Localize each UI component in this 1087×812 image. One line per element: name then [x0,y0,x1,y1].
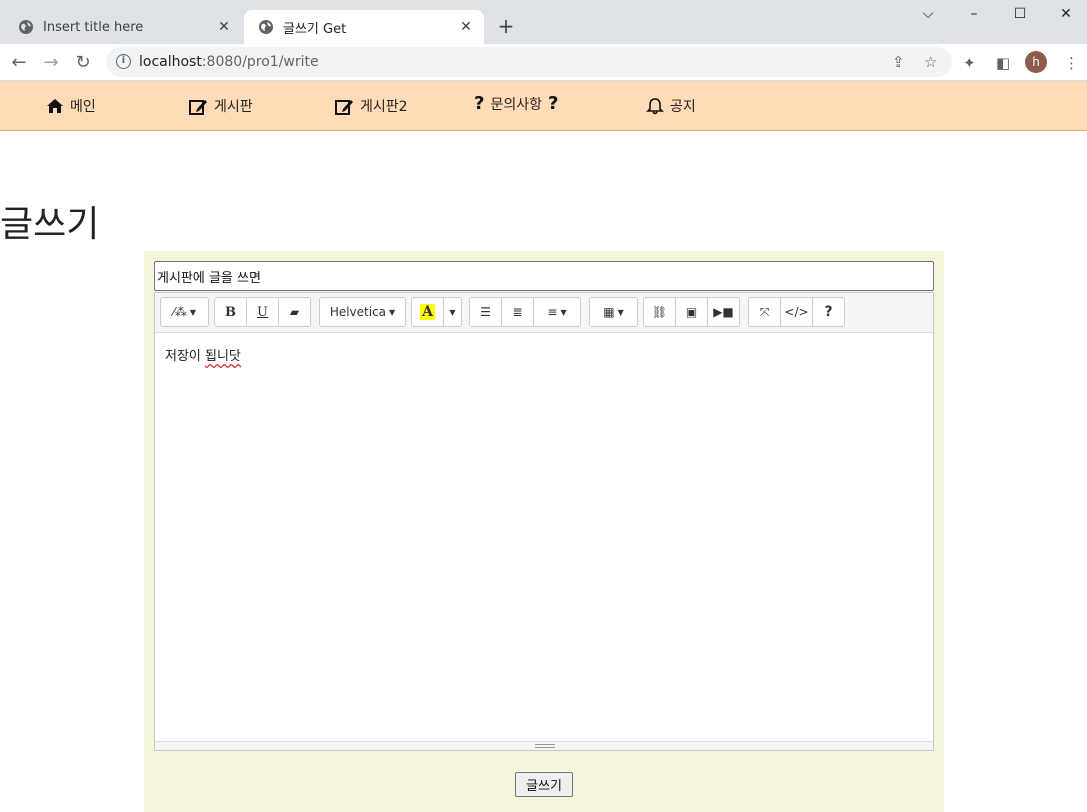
code-view-button[interactable]: </> [780,297,813,327]
nav-item-label: 게시판 [214,99,253,115]
submit-button[interactable]: 글쓰기 [515,772,573,797]
home-icon [47,99,63,113]
share-icon[interactable]: ⇪ [892,53,905,71]
color-dropdown-button[interactable]: ▼ [443,297,462,327]
nav-item-main[interactable]: 메인 [46,96,96,116]
maximize-icon[interactable]: ☐ [1010,6,1030,22]
editor-toolbar: ⁄⁂ ▼ B U ▰ Helvetica ▼ A ▼ ☰ ≣ ≡ ▼ ▦ ▼ ⛓… [155,293,933,333]
ordered-list-button[interactable]: ≣ [501,297,534,327]
underline-button[interactable]: U [246,297,279,327]
help-button[interactable]: ? [812,297,845,327]
back-icon[interactable]: ← [8,52,30,74]
reload-icon[interactable]: ↻ [72,52,94,74]
question-icon: ? [474,93,485,114]
browser-tabbar: Insert title here ✕ 글쓰기 Get ✕ + ⌵ – ☐ ✕ [0,0,1087,44]
close-tab-icon[interactable]: ✕ [216,19,232,35]
menu-icon[interactable]: ⋮ [1064,54,1079,72]
table-button[interactable]: ▦ ▼ [589,297,638,327]
fullscreen-button[interactable]: ⤧ [748,297,781,327]
page-title: 글쓰기 [0,204,100,245]
nav-item-label: 메인 [70,99,96,115]
site-info-icon[interactable]: i [116,54,131,69]
clear-format-button[interactable]: ▰ [278,297,311,327]
align-left-icon: ≡ [547,305,558,319]
style-magic-button[interactable]: ⁄⁂ ▼ [160,297,209,327]
rich-text-editor: ⁄⁂ ▼ B U ▰ Helvetica ▼ A ▼ ☰ ≣ ≡ ▼ ▦ ▼ ⛓… [154,292,934,751]
avatar[interactable]: h [1025,51,1047,73]
editor-content[interactable]: 저장이 됩니닷 [165,345,241,364]
unordered-list-button[interactable]: ☰ [469,297,502,327]
nav-item-label: 공지 [670,99,696,115]
bold-icon: B [225,304,236,320]
tab-search-icon[interactable]: ⌵ [918,6,938,22]
editor-resize-bar[interactable] [155,741,933,750]
edit-icon [335,99,353,115]
video-button[interactable]: ▶■ [707,297,740,327]
editor-text: 저장이 [165,349,206,364]
browser-tab-1[interactable]: Insert title here ✕ [4,10,242,44]
code-icon: </> [784,305,809,319]
close-tab-icon[interactable]: ✕ [458,19,474,35]
table-icon: ▦ [603,305,615,319]
site-nav: 메인 게시판 게시판2 ? 문의사항 ? 공지 [0,81,1087,131]
bullet-list-icon: ☰ [480,305,491,319]
paragraph-align-button[interactable]: ≡ ▼ [533,297,581,327]
fullscreen-icon: ⤧ [759,304,770,319]
nav-item-board[interactable]: 게시판 [189,96,253,116]
nav-item-notice[interactable]: 공지 [646,96,696,116]
nav-item-inquiry[interactable]: ? 문의사항 ? [468,93,564,114]
question-icon: ? [547,93,559,114]
edit-icon [189,99,207,115]
video-icon: ▶■ [713,305,734,319]
misspelled-word: 됩니닷 [205,349,241,364]
forward-icon[interactable]: → [40,52,62,74]
bell-icon [646,98,664,115]
extensions-icon[interactable]: ✦ [963,54,976,72]
text-color-button[interactable]: A [411,297,444,327]
minimize-icon[interactable]: – [964,6,984,22]
tab-title: Insert title here [43,19,144,35]
numbered-list-icon: ≣ [512,305,523,319]
side-panel-icon[interactable]: ◧ [996,54,1010,72]
font-name-dropdown[interactable]: Helvetica ▼ [319,297,406,327]
font-name-label: Helvetica [329,305,387,319]
nav-item-board2[interactable]: 게시판2 [335,96,408,116]
bookmark-star-icon[interactable]: ☆ [924,53,937,71]
text-color-icon: A [420,304,435,320]
address-bar[interactable]: i localhost:8080/pro1/write ⇪ ☆ [106,47,952,77]
eraser-icon: ▰ [289,305,300,319]
browser-toolbar: ← → ↻ i localhost:8080/pro1/write ⇪ ☆ ✦ … [0,44,1087,81]
link-button[interactable]: ⛓ [643,297,676,327]
bold-button[interactable]: B [214,297,247,327]
help-icon: ? [824,304,833,320]
underline-icon: U [257,304,268,320]
globe-icon [259,20,273,34]
url-text: localhost:8080/pro1/write [139,54,319,70]
tab-title: 글쓰기 Get [283,21,347,37]
nav-item-label: 게시판2 [360,99,408,115]
write-form: ⁄⁂▼ B U ▰ Helvetica▼ A ▼ ☰ ≣ ≡▼ ▦▼ [144,251,944,812]
browser-tab-2[interactable]: 글쓰기 Get ✕ [244,10,484,44]
link-icon: ⛓ [651,305,668,319]
close-window-icon[interactable]: ✕ [1056,6,1076,22]
globe-icon [19,20,33,34]
new-tab-button[interactable]: + [494,14,518,38]
nav-item-label: 문의사항 [490,96,542,113]
picture-button[interactable]: ▣ [675,297,708,327]
title-input[interactable] [154,261,934,291]
magic-wand-icon: ⁄⁂ [172,305,187,319]
image-icon: ▣ [685,305,698,319]
resize-grip-icon [535,744,555,748]
